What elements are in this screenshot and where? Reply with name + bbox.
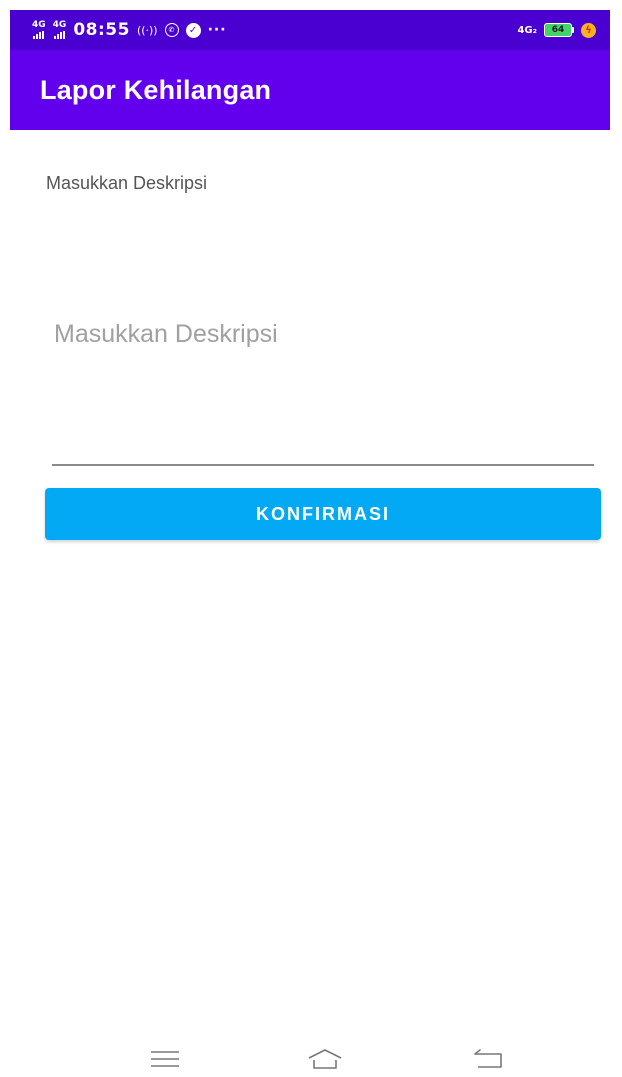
home-icon xyxy=(308,1048,342,1069)
navigation-bar xyxy=(10,1040,610,1077)
network-type-right: 4G₂ xyxy=(517,24,537,36)
page-title: Lapor Kehilangan xyxy=(40,74,272,105)
status-right: 4G₂ 64 ϟ xyxy=(517,22,596,38)
status-bar: 4G 4G 08:55 ((·)) ✆ ✓ ··· 4G₂ 64 ϟ xyxy=(10,10,610,50)
more-icon: ··· xyxy=(207,22,227,38)
menu-icon xyxy=(151,1050,179,1067)
status-left: 4G 4G 08:55 ((·)) ✆ ✓ ··· xyxy=(32,20,227,40)
confirm-button[interactable]: KONFIRMASI xyxy=(45,488,601,540)
description-input[interactable] xyxy=(52,250,594,466)
charging-icon: ϟ xyxy=(581,22,596,38)
status-time: 08:55 xyxy=(73,20,130,40)
hotspot-icon: ((·)) xyxy=(136,23,158,37)
whatsapp-icon: ✆ xyxy=(164,23,179,37)
nav-menu-button[interactable] xyxy=(135,1040,195,1077)
network-type-2: 4G xyxy=(52,20,67,30)
nav-home-button[interactable] xyxy=(295,1040,355,1077)
battery-icon: 64 xyxy=(544,23,574,37)
description-label: Masukkan Deskripsi xyxy=(46,173,208,193)
back-icon xyxy=(474,1048,502,1068)
battery-level: 64 xyxy=(544,23,572,37)
check-icon: ✓ xyxy=(185,22,201,38)
phone-screen: 4G 4G 08:55 ((·)) ✆ ✓ ··· 4G₂ 64 ϟ Lapor… xyxy=(10,10,610,1077)
signal-icon: 4G xyxy=(32,21,46,39)
signal-icon: 4G xyxy=(52,20,67,39)
network-type-1: 4G xyxy=(32,20,46,30)
nav-back-button[interactable] xyxy=(458,1040,518,1077)
app-bar: Lapor Kehilangan xyxy=(10,50,610,130)
